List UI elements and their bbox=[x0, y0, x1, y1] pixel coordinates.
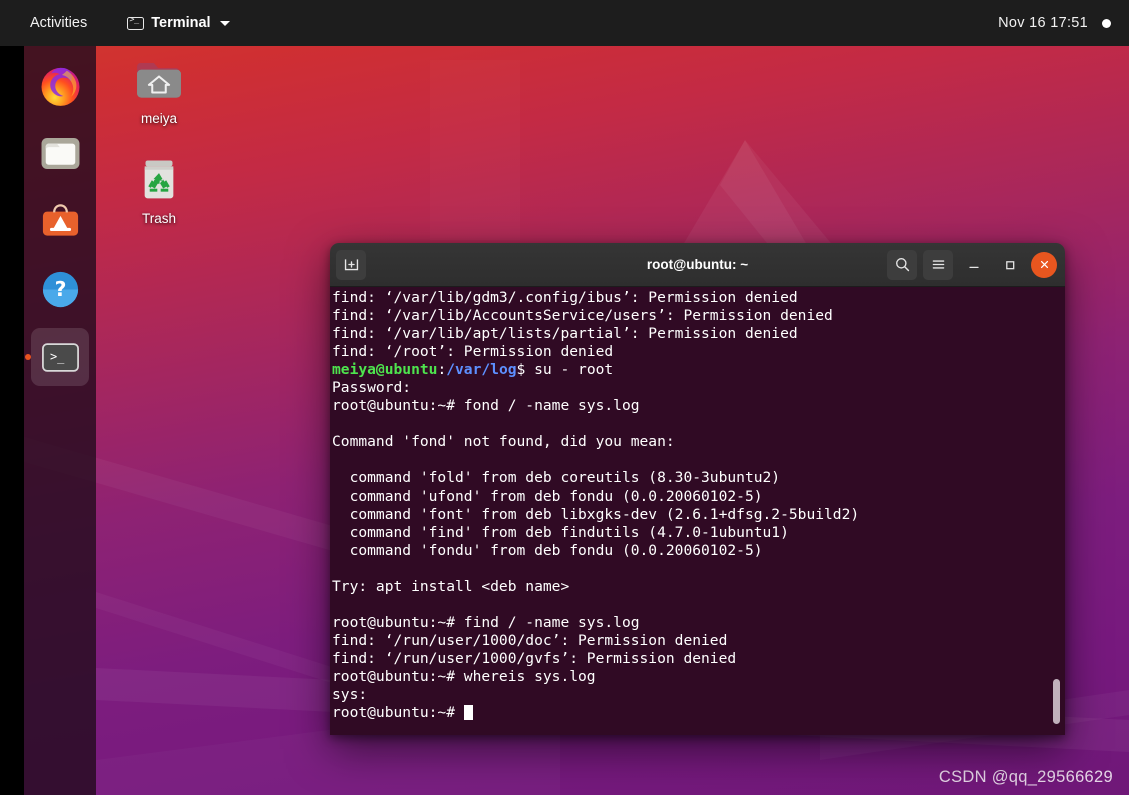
maximize-button[interactable] bbox=[995, 250, 1025, 280]
terminal-line: Password: bbox=[332, 379, 412, 397]
terminal-line: root@ubuntu:~# fond / -name sys.log bbox=[332, 397, 640, 415]
search-button[interactable] bbox=[887, 249, 917, 280]
new-tab-button[interactable] bbox=[336, 249, 366, 280]
dock: ? >_ bbox=[24, 46, 96, 795]
terminal-line: root@ubuntu:~# whereis sys.log bbox=[332, 667, 596, 685]
app-menu-label: Terminal bbox=[151, 15, 211, 31]
system-status-area[interactable]: Nov 16 17:51 bbox=[998, 0, 1129, 46]
desktop-icon-label: Trash bbox=[141, 211, 176, 226]
terminal-line: command 'fold' from deb coreutils (8.30-… bbox=[332, 469, 781, 487]
terminal-line: find: ‘/root’: Permission denied bbox=[332, 343, 614, 361]
terminal-body[interactable]: find: ‘/var/lib/gdm3/.config/ibus’: Perm… bbox=[330, 287, 1065, 735]
clock[interactable]: Nov 16 17:51 bbox=[998, 15, 1088, 31]
window-controls bbox=[887, 249, 1057, 280]
svg-text:>_: >_ bbox=[49, 349, 64, 363]
terminal-line: find: ‘/run/user/1000/doc’: Permission d… bbox=[332, 631, 728, 649]
terminal-line: Try: apt install <deb name> bbox=[332, 577, 570, 595]
app-menu-terminal[interactable]: Terminal bbox=[121, 12, 235, 34]
chevron-down-icon bbox=[219, 20, 230, 26]
watermark: CSDN @qq_29566629 bbox=[938, 768, 1113, 786]
new-tab-icon bbox=[344, 259, 358, 271]
search-icon bbox=[895, 258, 909, 272]
terminal-line: meiya@ubuntu:/var/log$ su - root bbox=[332, 361, 614, 379]
terminal-line: command 'find' from deb findutils (4.7.0… bbox=[332, 523, 789, 541]
desktop-screen: Activities Terminal Nov 16 17:51 bbox=[0, 0, 1129, 795]
terminal-cursor bbox=[463, 704, 473, 720]
ubuntu-software-icon bbox=[42, 203, 78, 236]
terminal-line: find: ‘/var/lib/apt/lists/partial’: Perm… bbox=[332, 325, 798, 343]
terminal-line: find: ‘/var/lib/gdm3/.config/ibus’: Perm… bbox=[332, 289, 798, 306]
terminal-line: sys: bbox=[332, 686, 368, 704]
terminal-window: root@ubuntu: ~ find: ‘/var/lib/gdm3/.con… bbox=[330, 243, 1065, 735]
maximize-icon bbox=[1006, 260, 1015, 269]
terminal-output: find: ‘/var/lib/gdm3/.config/ibus’: Perm… bbox=[332, 289, 859, 722]
dock-item-firefox[interactable] bbox=[31, 56, 89, 114]
firefox-icon bbox=[41, 67, 79, 106]
dock-item-ubuntu-software[interactable] bbox=[31, 192, 89, 250]
scrollbar-thumb[interactable] bbox=[1053, 679, 1060, 724]
close-button[interactable] bbox=[1031, 251, 1057, 278]
menu-button[interactable] bbox=[923, 249, 953, 280]
terminal-icon bbox=[127, 15, 145, 30]
status-dot-icon[interactable] bbox=[1102, 18, 1111, 28]
hamburger-menu-icon bbox=[932, 260, 944, 269]
activities-button[interactable]: Activities bbox=[22, 12, 95, 34]
minimize-icon bbox=[969, 266, 979, 268]
terminal-line: command 'font' from deb libxgks-dev (2.6… bbox=[332, 505, 860, 523]
svg-text:?: ? bbox=[54, 276, 66, 300]
terminal-line: root@ubuntu:~# find / -name sys.log bbox=[332, 613, 640, 631]
desktop-icon-label: meiya bbox=[140, 111, 177, 126]
trash-icon bbox=[144, 160, 174, 199]
top-panel: Activities Terminal Nov 16 17:51 bbox=[0, 0, 1129, 46]
terminal-titlebar[interactable]: root@ubuntu: ~ bbox=[330, 243, 1065, 287]
help-question-icon: ? bbox=[42, 271, 78, 307]
close-icon bbox=[1040, 260, 1048, 269]
running-indicator-dot bbox=[25, 354, 31, 360]
terminal-line: root@ubuntu:~# bbox=[332, 704, 859, 722]
minimize-button[interactable] bbox=[959, 250, 989, 280]
desktop-icon-trash[interactable]: Trash bbox=[113, 152, 205, 226]
terminal-icon: >_ bbox=[41, 342, 79, 372]
dock-edge bbox=[0, 46, 24, 795]
terminal-line: find: ‘/var/lib/AccountsService/users’: … bbox=[332, 307, 833, 325]
dock-item-terminal[interactable]: >_ bbox=[25, 328, 89, 386]
desktop-icon-home[interactable]: meiya bbox=[113, 52, 205, 126]
dock-item-files[interactable] bbox=[31, 124, 89, 182]
terminal-line: command 'ufond' from deb fondu (0.0.2006… bbox=[332, 487, 763, 505]
terminal-scrollbar[interactable] bbox=[1050, 287, 1063, 735]
terminal-line: command 'fondu' from deb fondu (0.0.2006… bbox=[332, 541, 763, 559]
terminal-line: find: ‘/run/user/1000/gvfs’: Permission … bbox=[332, 649, 737, 667]
dock-item-help[interactable]: ? bbox=[31, 260, 89, 318]
files-folder-icon bbox=[41, 137, 79, 169]
terminal-line: Command 'fond' not found, did you mean: bbox=[332, 433, 675, 451]
home-folder-icon bbox=[137, 62, 181, 98]
